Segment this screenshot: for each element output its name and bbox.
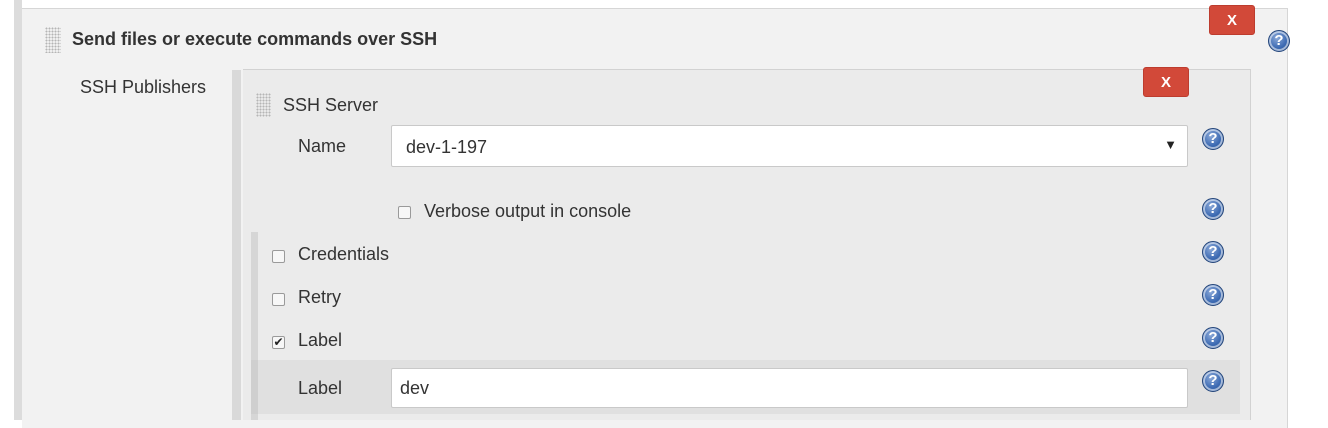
help-icon[interactable]: ? [1268,30,1290,52]
retry-checkbox[interactable] [272,293,285,306]
help-icon[interactable]: ? [1202,284,1224,306]
server-name-select[interactable]: dev-1-197 ▼ [391,125,1188,167]
publishers-stripe [232,70,241,420]
label-input[interactable] [391,368,1188,408]
help-icon[interactable]: ? [1202,370,1224,392]
help-icon[interactable]: ? [1202,128,1224,150]
ssh-publishers-label: SSH Publishers [80,77,207,97]
delete-server-button[interactable]: X [1143,67,1189,97]
verbose-checkbox[interactable] [398,206,411,219]
outer-section-stripe [14,0,22,420]
credentials-checkbox[interactable] [272,250,285,263]
name-label: Name [298,136,347,156]
retry-label: Retry [298,287,342,307]
checkmark-icon: ✔ [273,335,284,349]
label-field-label: Label [298,378,343,398]
verbose-label: Verbose output in console [424,201,632,221]
label-checkbox[interactable]: ✔ [272,336,285,349]
help-icon[interactable]: ? [1202,327,1224,349]
delete-section-button[interactable]: X [1209,5,1255,35]
label-checkbox-label: Label [298,330,343,350]
drag-handle-icon[interactable] [256,93,271,117]
credentials-label: Credentials [298,244,390,264]
ssh-server-title: SSH Server [283,95,379,115]
chevron-down-icon: ▼ [1164,137,1177,152]
server-name-value: dev-1-197 [406,137,488,157]
section-title: Send files or execute commands over SSH [72,29,438,49]
help-icon[interactable]: ? [1202,241,1224,263]
help-icon[interactable]: ? [1202,198,1224,220]
label-field-stripe [251,360,258,414]
drag-handle-icon[interactable] [45,27,61,53]
